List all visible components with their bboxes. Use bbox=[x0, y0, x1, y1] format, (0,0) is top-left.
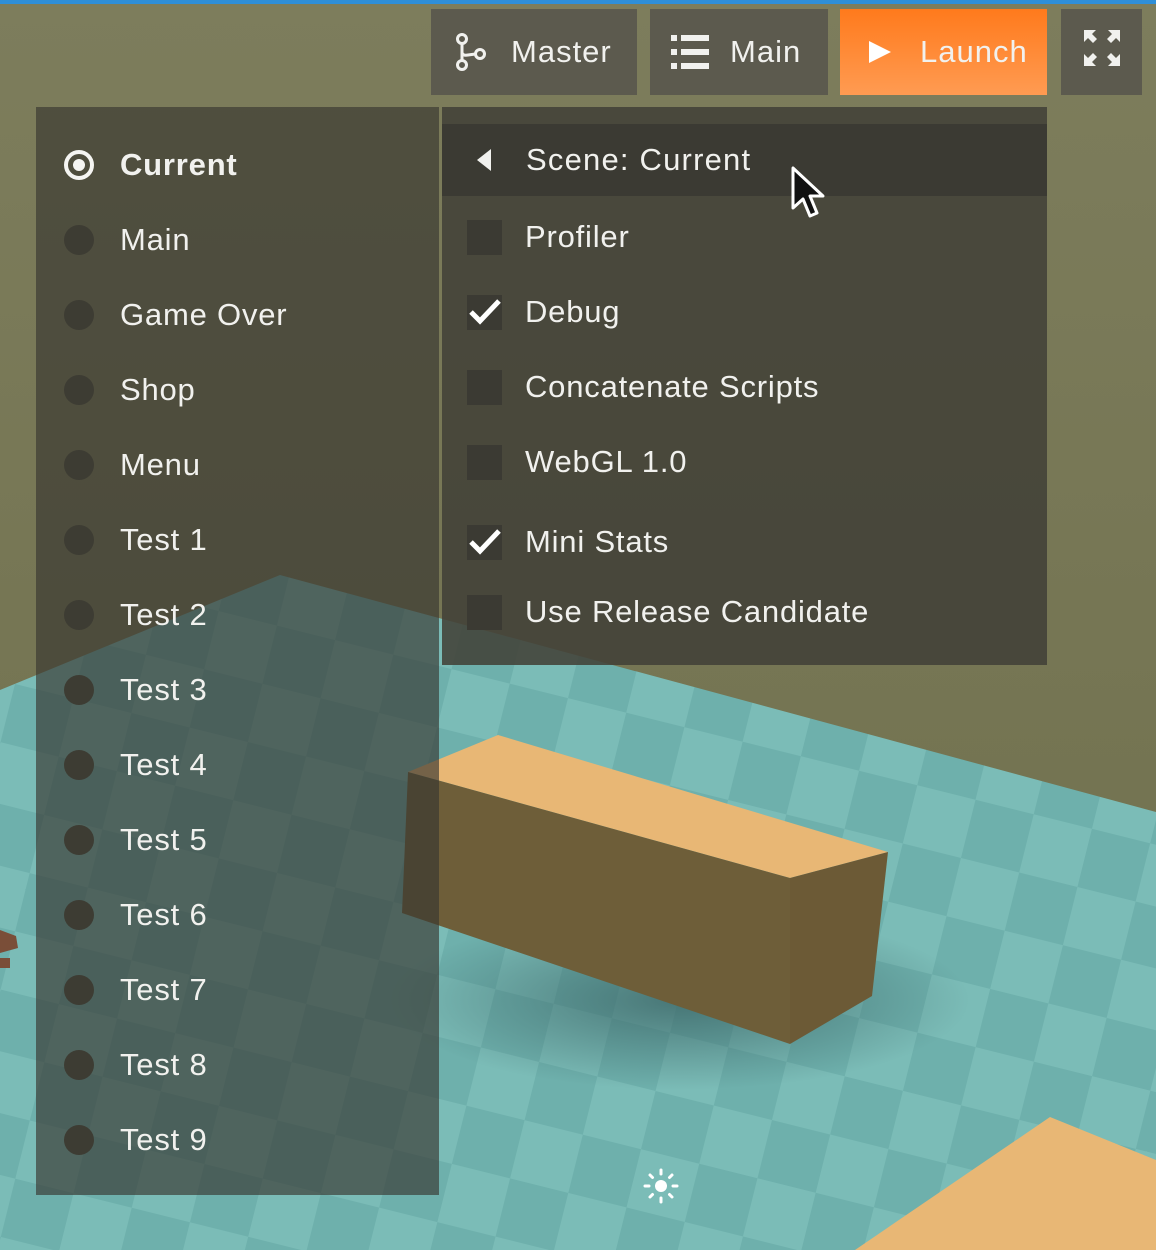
caret-left-icon bbox=[442, 149, 526, 171]
option-checkbox[interactable]: Mini Stats bbox=[442, 507, 1047, 577]
checkbox[interactable] bbox=[467, 219, 502, 255]
window-top-accent bbox=[0, 0, 1156, 4]
radio-icon bbox=[64, 374, 94, 405]
checkbox[interactable] bbox=[467, 594, 502, 630]
mouse-cursor-icon bbox=[791, 166, 825, 218]
scene-item[interactable]: Test 4 bbox=[36, 727, 439, 802]
launch-label: Launch bbox=[920, 34, 1028, 69]
scene-item-label: Current bbox=[120, 146, 238, 182]
scene-item-label: Test 4 bbox=[120, 746, 208, 782]
option-label: Concatenate Scripts bbox=[525, 369, 820, 404]
scene-selector-button[interactable]: Main bbox=[650, 9, 828, 95]
launch-button[interactable]: Launch bbox=[840, 9, 1047, 95]
scene-item-label: Menu bbox=[120, 446, 201, 482]
scene-item[interactable]: Shop bbox=[36, 352, 439, 427]
radio-icon bbox=[64, 674, 94, 705]
branch-button[interactable]: Master bbox=[431, 9, 637, 95]
radio-selected-icon bbox=[64, 149, 94, 180]
option-label: Mini Stats bbox=[525, 524, 670, 559]
radio-icon bbox=[64, 974, 94, 1005]
checkbox[interactable] bbox=[467, 444, 502, 480]
checkbox[interactable] bbox=[467, 524, 502, 560]
scene-item-label: Test 2 bbox=[120, 596, 208, 632]
option-label: Profiler bbox=[525, 219, 630, 254]
scene-item[interactable]: Test 8 bbox=[36, 1027, 439, 1102]
radio-icon bbox=[64, 899, 94, 930]
radio-icon bbox=[64, 299, 94, 330]
scene-item[interactable]: Test 6 bbox=[36, 877, 439, 952]
scene-item-label: Game Over bbox=[120, 296, 288, 332]
scene-item-label: Test 7 bbox=[120, 971, 208, 1007]
scene-item-label: Main bbox=[120, 221, 191, 257]
scene-item-label: Test 6 bbox=[120, 896, 208, 932]
radio-icon bbox=[64, 1124, 94, 1155]
scene-selector-label: Main bbox=[730, 34, 802, 69]
option-label: Debug bbox=[525, 294, 621, 329]
radio-icon bbox=[64, 524, 94, 555]
scene-item[interactable]: Test 9 bbox=[36, 1102, 439, 1177]
scene-back-header[interactable]: Scene: Current bbox=[442, 124, 1047, 196]
fullscreen-button[interactable] bbox=[1061, 9, 1142, 95]
branch-label: Master bbox=[511, 34, 612, 69]
checkmark-icon bbox=[468, 529, 501, 555]
launch-options-panel: Scene: Current Profiler Debug Concatenate … bbox=[442, 107, 1047, 665]
checkbox[interactable] bbox=[467, 369, 502, 405]
scene-item[interactable]: Main bbox=[36, 202, 439, 277]
scene-item-label: Test 8 bbox=[120, 1046, 208, 1082]
scene-item[interactable]: Test 5 bbox=[36, 802, 439, 877]
scene-item[interactable]: Menu bbox=[36, 427, 439, 502]
option-checkbox[interactable]: Profiler bbox=[442, 202, 1047, 272]
radio-icon bbox=[64, 224, 94, 255]
radio-icon bbox=[64, 749, 94, 780]
scene-item-label: Test 1 bbox=[120, 521, 208, 557]
option-checkbox[interactable]: Debug bbox=[442, 277, 1047, 347]
list-icon bbox=[650, 34, 730, 70]
radio-icon bbox=[64, 1049, 94, 1080]
scene-item[interactable]: Test 1 bbox=[36, 502, 439, 577]
scene-item[interactable]: Test 7 bbox=[36, 952, 439, 1027]
loading-spinner-icon bbox=[643, 1168, 679, 1204]
scene-item-label: Test 3 bbox=[120, 671, 208, 707]
scene-list-panel: Current Main Game Over Shop Menu Test 1 Test 2… bbox=[36, 107, 439, 1195]
scene-header-label: Scene: Current bbox=[526, 142, 752, 177]
radio-icon bbox=[64, 824, 94, 855]
option-label: Use Release Candidate bbox=[525, 594, 870, 629]
option-checkbox[interactable]: Concatenate Scripts bbox=[442, 352, 1047, 422]
scene-item[interactable]: Game Over bbox=[36, 277, 439, 352]
play-icon bbox=[840, 39, 920, 65]
git-branch-icon bbox=[431, 32, 511, 72]
radio-icon bbox=[64, 449, 94, 480]
scene-item-label: Test 5 bbox=[120, 821, 208, 857]
checkmark-icon bbox=[468, 299, 501, 325]
scene-item-label: Test 9 bbox=[120, 1121, 208, 1157]
scene-item[interactable]: Test 3 bbox=[36, 652, 439, 727]
radio-icon bbox=[64, 599, 94, 630]
scene-item[interactable]: Current bbox=[36, 127, 439, 202]
checkbox[interactable] bbox=[467, 294, 502, 330]
option-checkbox[interactable]: Use Release Candidate bbox=[442, 577, 1047, 647]
scene-item-label: Shop bbox=[120, 371, 196, 407]
option-checkbox[interactable]: WebGL 1.0 bbox=[442, 427, 1047, 497]
scene-item[interactable]: Test 2 bbox=[36, 577, 439, 652]
fullscreen-icon bbox=[1083, 30, 1120, 74]
option-label: WebGL 1.0 bbox=[525, 444, 688, 479]
